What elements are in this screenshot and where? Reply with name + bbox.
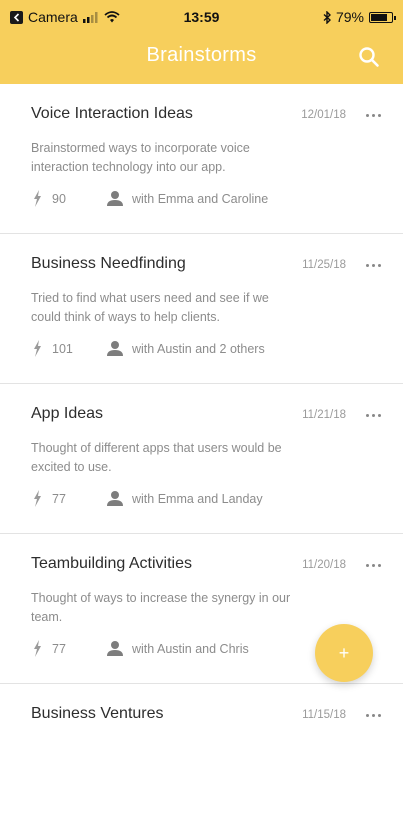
app-header: Camera 13:59 79% Brainstorms (0, 0, 403, 84)
card-meta: 101 with Austin and 2 others (31, 340, 265, 357)
idea-count: 90 (52, 191, 66, 206)
battery-percent: 79% (335, 9, 364, 25)
card-description: Tried to find what users need and see if… (31, 291, 269, 324)
card-title: App Ideas (31, 405, 104, 422)
battery-cap (394, 15, 396, 20)
card-title: Voice Interaction Ideas (31, 105, 193, 122)
battery-level (371, 13, 387, 21)
brainstorm-card[interactable]: App Ideas 11/21/18 Thought of different … (0, 384, 403, 534)
card-date: 11/21/18 (302, 409, 346, 421)
card-meta: 77 with Emma and Landay (31, 490, 263, 507)
person-icon (107, 191, 123, 206)
more-options-icon[interactable] (361, 708, 385, 722)
brainstorm-card[interactable]: Business Needfinding 11/25/18 Tried to f… (0, 234, 403, 384)
card-date: 11/25/18 (302, 259, 346, 271)
card-date: 12/01/18 (301, 109, 346, 121)
lightning-icon (34, 340, 41, 357)
battery-icon (369, 11, 396, 23)
brainstorm-card[interactable]: Voice Interaction Ideas 12/01/18 Brainst… (0, 84, 403, 234)
card-description: Brainstormed ways to incorporate voice i… (31, 141, 250, 174)
card-title: Teambuilding Activities (31, 555, 192, 572)
card-meta: 90 with Emma and Caroline (31, 190, 268, 207)
card-description: Thought of ways to increase the synergy … (31, 591, 291, 624)
more-options-icon[interactable] (361, 108, 385, 122)
bluetooth-icon (323, 10, 331, 24)
brainstorm-card[interactable]: Business Ventures 11/15/18 (0, 684, 403, 834)
idea-count: 101 (52, 341, 73, 356)
idea-count: 77 (52, 491, 66, 506)
lightning-icon (34, 190, 41, 207)
card-description: Thought of different apps that users wou… (31, 441, 282, 474)
card-date: 11/20/18 (302, 559, 346, 571)
card-participants: with Emma and Landay (132, 491, 263, 506)
fab-label: + (338, 643, 350, 663)
card-title: Business Ventures (31, 705, 164, 722)
idea-count: 77 (52, 641, 66, 656)
page-title: Brainstorms (146, 44, 257, 66)
more-options-icon[interactable] (361, 558, 385, 572)
person-icon (107, 491, 123, 506)
status-bar: Camera 13:59 79% (0, 0, 403, 36)
person-icon (107, 341, 123, 356)
add-brainstorm-button[interactable]: + (315, 624, 373, 682)
person-icon (107, 641, 123, 656)
lightning-icon (34, 490, 41, 507)
more-options-icon[interactable] (361, 408, 385, 422)
lightning-icon (34, 640, 41, 657)
card-meta: 77 with Austin and Chris (31, 640, 249, 657)
card-participants: with Austin and 2 others (132, 341, 265, 356)
status-right: 79% (323, 9, 396, 25)
more-options-icon[interactable] (361, 258, 385, 272)
card-participants: with Austin and Chris (132, 641, 249, 656)
card-title: Business Needfinding (31, 255, 186, 272)
card-date: 11/15/18 (302, 709, 346, 721)
card-participants: with Emma and Caroline (132, 191, 269, 206)
search-icon[interactable] (357, 45, 381, 69)
